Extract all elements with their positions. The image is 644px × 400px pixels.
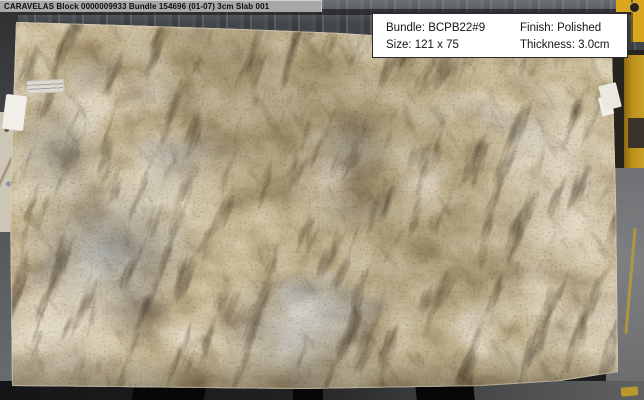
info-size: Size: 121 x 75: [386, 39, 459, 51]
slab-surface: [10, 22, 618, 389]
slab-label-text: CARAVELAS Block 0000009933 Bundle 154696…: [4, 2, 270, 11]
info-thickness: Thickness: 3.0cm: [520, 39, 610, 51]
slab-sticker-left: [26, 79, 65, 94]
slab-speckle-layer: [10, 22, 618, 389]
granite-slab: [10, 22, 618, 389]
info-bundle: Bundle: BCPB22#9: [386, 22, 486, 34]
info-finish: Finish: Polished: [520, 22, 602, 34]
slab-sticker-scrap: [1, 93, 28, 132]
slab-label-bar: CARAVELAS Block 0000009933 Bundle 154696…: [0, 0, 322, 12]
slab-info-box: Bundle: BCPB22#9 Finish: Polished Size: …: [372, 13, 628, 58]
slab-photo-stage: CARAVELAS Block 0000009933 Bundle 154696…: [0, 0, 644, 400]
